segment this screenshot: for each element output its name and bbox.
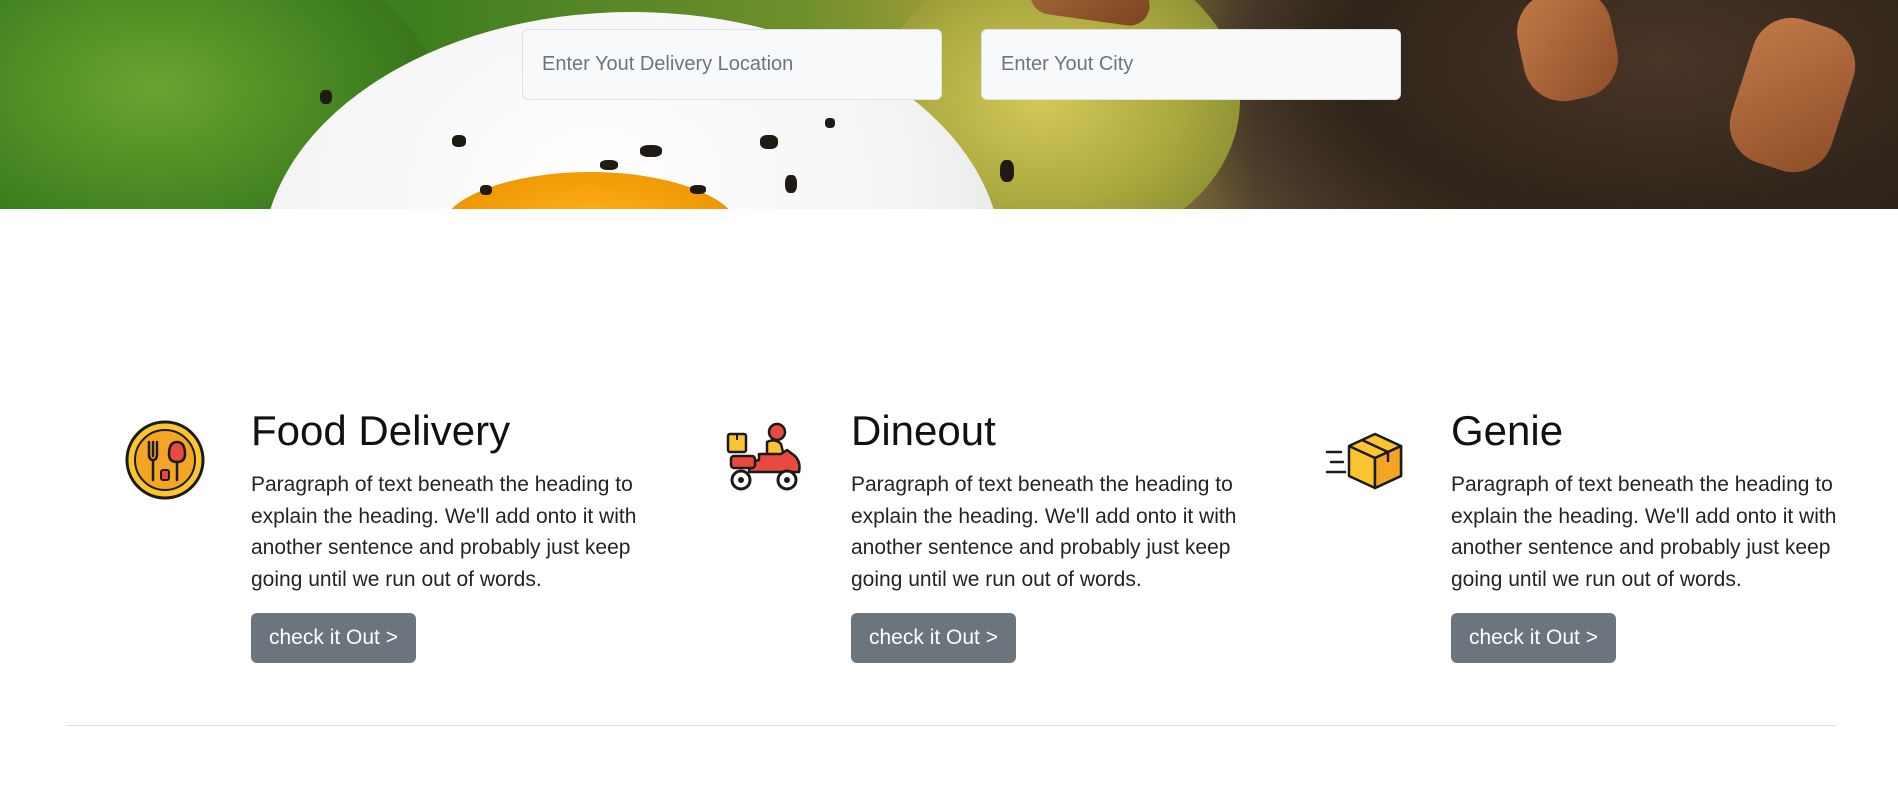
delivery-scooter-icon [726, 422, 801, 491]
feature-description: Paragraph of text beneath the heading to… [251, 473, 637, 591]
feature-food-delivery: Food Delivery Paragraph of text beneath … [125, 405, 685, 665]
hero-pepper-speck [640, 145, 662, 157]
hero-pepper-speck [690, 185, 706, 194]
hero-nut [1509, 0, 1626, 109]
hero-pepper-speck [760, 135, 778, 149]
hero-pepper-speck [452, 135, 466, 147]
hero-pepper-speck [825, 118, 835, 128]
hero-pepper-speck [1000, 160, 1014, 182]
feature-genie: Genie Paragraph of text beneath the head… [1325, 405, 1885, 665]
delivery-location-input[interactable] [522, 29, 942, 100]
restaurant-cutlery-icon [125, 420, 205, 500]
feature-description: Paragraph of text beneath the heading to… [851, 473, 1237, 591]
check-it-out-button[interactable]: check it Out > [851, 613, 1016, 663]
hero-banner [0, 0, 1898, 209]
check-it-out-button[interactable]: check it Out > [251, 613, 416, 663]
check-it-out-button[interactable]: check it Out > [1451, 613, 1616, 663]
city-input[interactable] [981, 29, 1401, 100]
section-divider [66, 725, 1835, 726]
feature-heading: Genie [1451, 407, 1564, 454]
hero-pepper-speck [480, 185, 492, 195]
hero-pepper-speck [320, 90, 332, 104]
feature-heading: Food Delivery [251, 407, 511, 454]
feature-dineout: Dineout Paragraph of text beneath the he… [725, 405, 1285, 665]
feature-heading: Dineout [851, 407, 996, 454]
hero-pepper-speck [600, 160, 618, 170]
feature-description: Paragraph of text beneath the heading to… [1451, 473, 1837, 591]
hero-nut [1719, 7, 1866, 183]
fast-package-icon [1325, 432, 1403, 490]
hero-pepper-speck [785, 175, 797, 193]
